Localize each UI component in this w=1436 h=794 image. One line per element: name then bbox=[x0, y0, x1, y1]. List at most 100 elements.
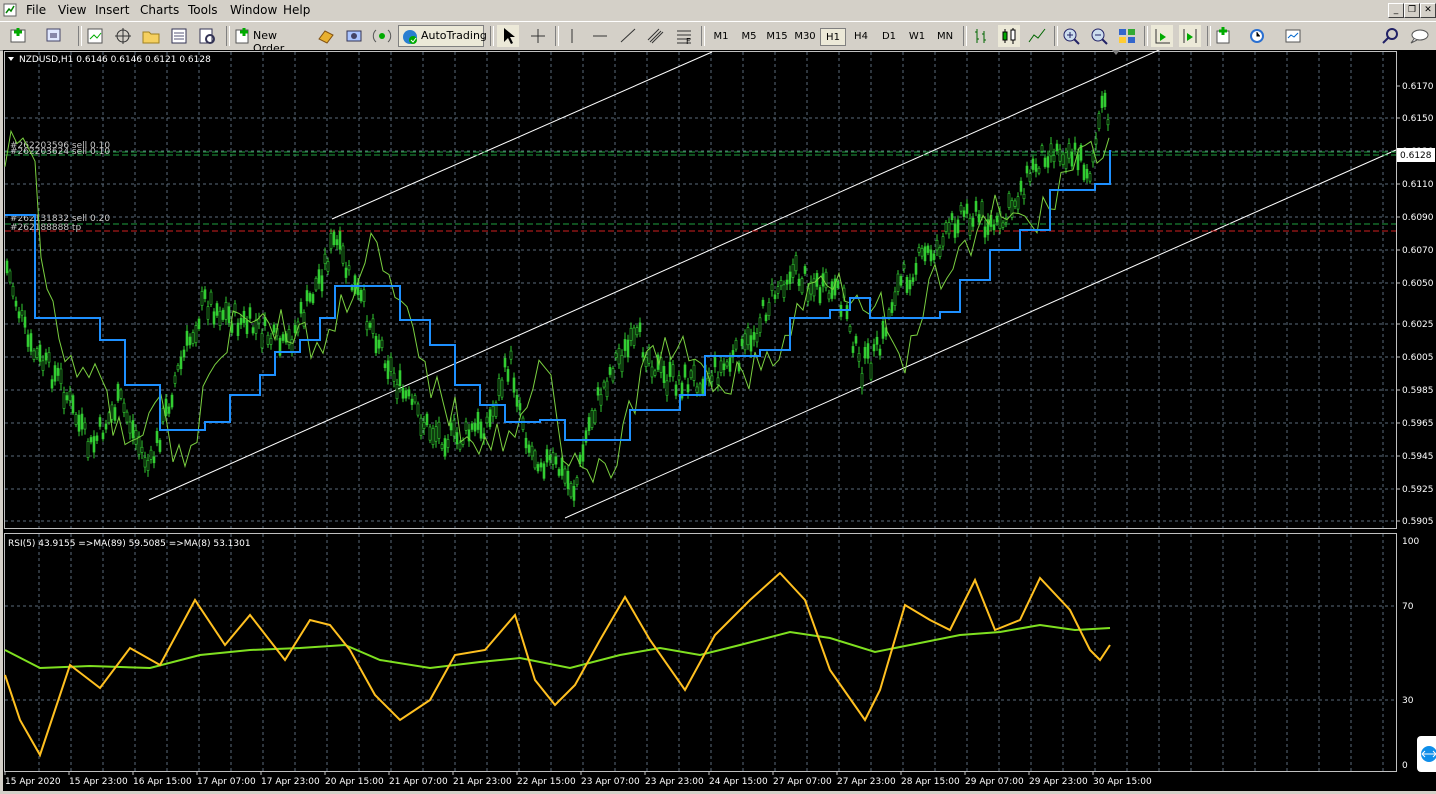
candle-body bbox=[410, 398, 414, 405]
restore-button[interactable]: ❐ bbox=[1404, 3, 1420, 18]
gold-bars-icon[interactable] bbox=[315, 25, 337, 47]
timeframe-m15[interactable]: M15 bbox=[764, 28, 790, 46]
candle-body bbox=[962, 210, 966, 217]
candle-body bbox=[203, 289, 207, 299]
channel-icon[interactable] bbox=[645, 25, 667, 47]
candle-body bbox=[890, 302, 894, 313]
candle-body bbox=[314, 277, 318, 291]
tile-windows-icon[interactable] bbox=[1116, 25, 1138, 47]
templates-icon[interactable] bbox=[1283, 25, 1305, 47]
indicators-icon[interactable] bbox=[1214, 25, 1236, 47]
candle-body bbox=[1046, 156, 1050, 168]
current-price: 0.6128 bbox=[1400, 151, 1432, 161]
autotrading-button[interactable]: AutoTrading bbox=[398, 25, 487, 47]
candle-body bbox=[407, 389, 411, 397]
candle-body bbox=[335, 239, 339, 246]
menu-tools[interactable]: Tools bbox=[188, 3, 218, 17]
minimize-button[interactable]: _ bbox=[1388, 3, 1404, 18]
folder-icon[interactable] bbox=[140, 25, 162, 47]
candle-body bbox=[611, 368, 615, 382]
candle-body bbox=[887, 309, 891, 319]
timeframe-m1[interactable]: M1 bbox=[708, 28, 734, 46]
profiles-icon[interactable] bbox=[44, 25, 66, 47]
candle-body bbox=[581, 444, 585, 462]
periods-clock-icon[interactable] bbox=[1246, 25, 1268, 47]
candle-body bbox=[1094, 138, 1098, 145]
zoom-out-icon[interactable] bbox=[1088, 25, 1110, 47]
market-watch-icon[interactable] bbox=[84, 25, 106, 47]
timeframe-h1[interactable]: H1 bbox=[820, 28, 846, 46]
date-label: 22 Apr 15:00 bbox=[517, 777, 576, 787]
candle-body bbox=[758, 317, 762, 333]
candle-body bbox=[245, 320, 249, 334]
candle-body bbox=[545, 449, 549, 463]
close-button[interactable]: ✕ bbox=[1420, 3, 1436, 18]
menu-window[interactable]: Window bbox=[230, 3, 277, 17]
date-label: 27 Apr 23:00 bbox=[837, 777, 896, 787]
price-label: 0.5965 bbox=[1402, 419, 1434, 429]
date-label: 24 Apr 15:00 bbox=[709, 777, 768, 787]
candle-body bbox=[782, 284, 786, 298]
timeframe-m5[interactable]: M5 bbox=[736, 28, 762, 46]
timeframe-mn[interactable]: MN bbox=[932, 28, 958, 46]
candle-body bbox=[929, 249, 933, 262]
candle-body bbox=[695, 386, 699, 393]
horizontal-line-icon[interactable] bbox=[589, 25, 611, 47]
trendline-icon[interactable] bbox=[617, 25, 639, 47]
signal-icon[interactable] bbox=[371, 25, 393, 47]
vertical-line-icon[interactable] bbox=[561, 25, 583, 47]
menu-charts[interactable]: Charts bbox=[140, 3, 179, 17]
experts-icon[interactable] bbox=[343, 25, 365, 47]
candle-body bbox=[503, 357, 507, 368]
menu-insert[interactable]: Insert bbox=[95, 3, 129, 17]
candle-body bbox=[56, 367, 60, 376]
menu-file[interactable]: File bbox=[26, 3, 46, 17]
candle-body bbox=[557, 469, 561, 476]
bar-chart-icon[interactable] bbox=[970, 25, 992, 47]
chart-window[interactable]: 0.61700.61500.61300.61100.60900.60700.60… bbox=[3, 45, 1436, 791]
date-label: 21 Apr 07:00 bbox=[389, 777, 448, 787]
rsi-level-label: 0 bbox=[1402, 761, 1408, 771]
candle-body bbox=[1067, 143, 1071, 159]
menu-help[interactable]: Help bbox=[283, 3, 310, 17]
new-order-button[interactable]: New Order bbox=[232, 25, 310, 55]
side-widget[interactable] bbox=[1417, 736, 1436, 772]
timeframe-w1[interactable]: W1 bbox=[904, 28, 930, 46]
candle-body bbox=[650, 366, 654, 378]
chat-icon[interactable] bbox=[1408, 25, 1430, 47]
candle-body bbox=[89, 437, 93, 443]
auto-scroll-icon[interactable] bbox=[1151, 25, 1173, 47]
chart-canvas[interactable]: 0.61700.61500.61300.61100.60900.60700.60… bbox=[3, 45, 1436, 791]
timeframe-m30[interactable]: M30 bbox=[792, 28, 818, 46]
candle-body bbox=[785, 279, 789, 285]
candle-body bbox=[779, 280, 783, 287]
candle-body bbox=[623, 339, 627, 351]
candle-body bbox=[551, 452, 555, 465]
timeframe-d1[interactable]: D1 bbox=[876, 28, 902, 46]
chart-shift-icon[interactable] bbox=[1179, 25, 1201, 47]
candle-body bbox=[65, 395, 69, 401]
timeframe-h4[interactable]: H4 bbox=[848, 28, 874, 46]
candle-body bbox=[317, 269, 321, 284]
zoom-in-icon[interactable] bbox=[1060, 25, 1082, 47]
candle-body bbox=[689, 370, 693, 379]
candle-body bbox=[362, 289, 366, 303]
candle-body bbox=[431, 428, 435, 445]
candlestick-icon[interactable] bbox=[998, 25, 1020, 47]
new-chart-icon[interactable] bbox=[8, 25, 30, 47]
search-icon[interactable] bbox=[1380, 25, 1402, 47]
candle-body bbox=[644, 357, 648, 367]
candle-body bbox=[401, 387, 405, 399]
candle-body bbox=[299, 302, 303, 314]
cursor-icon[interactable] bbox=[497, 25, 519, 47]
crosshair-icon[interactable] bbox=[527, 25, 549, 47]
candle-body bbox=[359, 289, 363, 302]
terminal-icon[interactable] bbox=[168, 25, 190, 47]
candle-body bbox=[572, 485, 576, 501]
candle-body bbox=[143, 457, 147, 468]
crosshair-navigator-icon[interactable] bbox=[112, 25, 134, 47]
menu-view[interactable]: View bbox=[58, 3, 86, 17]
line-chart-icon[interactable] bbox=[1026, 25, 1048, 47]
strategy-tester-icon[interactable] bbox=[196, 25, 218, 47]
fibonacci-icon[interactable]: F bbox=[673, 25, 695, 47]
